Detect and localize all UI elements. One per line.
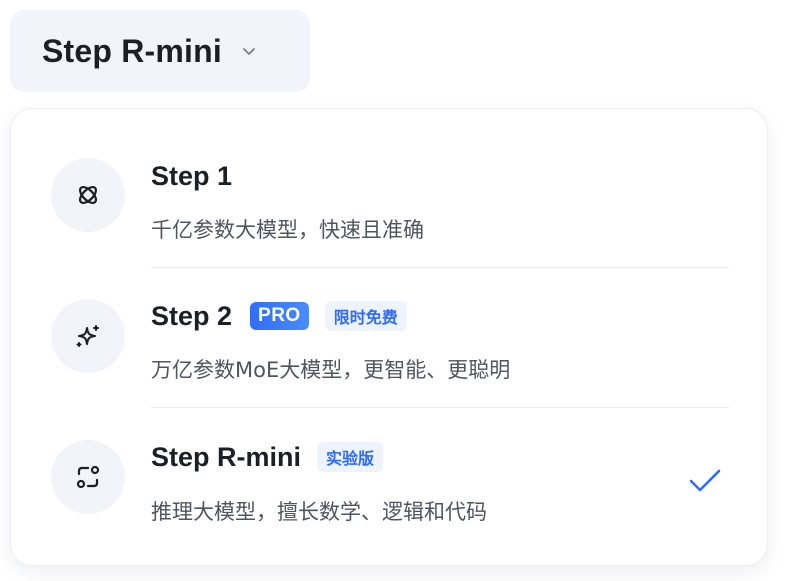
pro-badge: PRO: [250, 302, 309, 330]
option-title: Step R-mini: [151, 441, 302, 472]
model-selector-button[interactable]: Step R-mini: [10, 10, 310, 92]
checkmark-icon: [685, 461, 725, 501]
current-model-name: Step R-mini: [42, 32, 222, 69]
experimental-badge: 实验版: [317, 442, 384, 472]
option-description: 千亿参数大模型，快速且准确: [151, 218, 424, 242]
option-title-row: Step 2 PRO 限时免费: [151, 298, 407, 334]
free-limited-badge: 限时免费: [324, 301, 407, 331]
sparkle-icon: [51, 299, 125, 373]
orbit-icon: [51, 158, 125, 232]
chevron-down-icon: [242, 46, 256, 56]
option-description: 推理大模型，擅长数学、逻辑和代码: [151, 500, 487, 524]
option-title-row: Step 1: [151, 158, 232, 194]
model-option-step-2[interactable]: Step 2 PRO 限时免费 万亿参数MoE大模型，更智能、更聪明: [11, 259, 769, 399]
option-description: 万亿参数MoE大模型，更智能、更聪明: [151, 358, 511, 382]
option-title: Step 1: [151, 160, 233, 191]
model-switcher: Step R-mini Step 1 千亿参数大模型，快速且准确 Step 2 …: [0, 0, 790, 581]
model-option-step-r-mini[interactable]: Step R-mini 实验版 推理大模型，擅长数学、逻辑和代码: [11, 401, 769, 541]
reasoning-icon: [51, 440, 125, 514]
model-dropdown-menu: Step 1 千亿参数大模型，快速且准确 Step 2 PRO 限时免费 万亿参…: [10, 108, 768, 566]
option-title: Step 2: [151, 300, 233, 331]
model-option-step-1[interactable]: Step 1 千亿参数大模型，快速且准确: [11, 119, 769, 259]
option-title-row: Step R-mini 实验版: [151, 439, 384, 475]
